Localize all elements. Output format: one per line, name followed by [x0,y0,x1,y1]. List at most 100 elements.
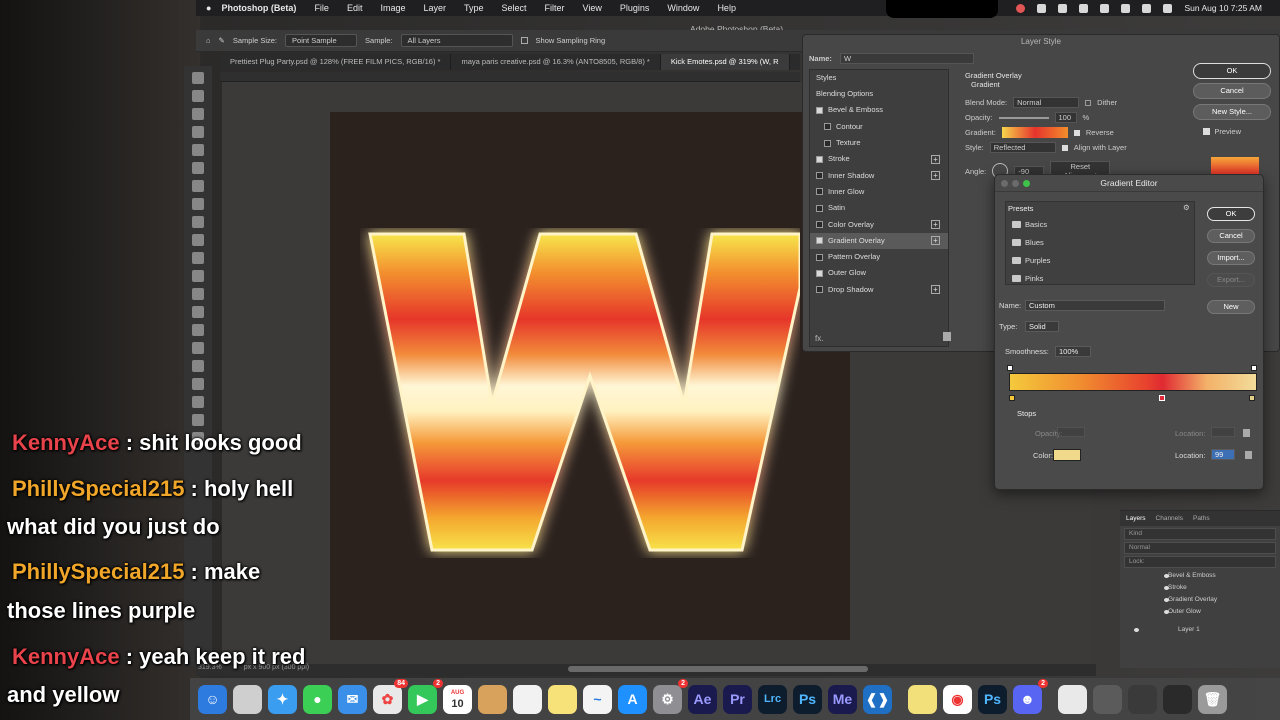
gradient-swatch[interactable] [1001,127,1068,138]
stack-icon[interactable] [1128,684,1157,714]
clock[interactable]: Sun Aug 10 7:25 AM [1184,3,1262,13]
preset-folder-blues[interactable]: Blues [1006,233,1194,251]
gradient-name-field[interactable]: Custom [1025,300,1165,311]
style-item-stroke[interactable]: Stroke + [810,151,948,167]
history-brush-icon[interactable] [192,252,204,264]
style-checkbox[interactable] [816,106,823,114]
tab-channels[interactable]: Channels [1156,515,1183,522]
rectangle-tool-icon[interactable] [192,396,204,408]
opacity-stop-left[interactable] [1007,365,1013,371]
add-style-instance-icon[interactable]: + [931,220,940,230]
type-tool-icon[interactable] [192,360,204,372]
style-item-drop-shadow[interactable]: Drop Shadow + [810,282,948,298]
brush-tool-icon[interactable] [192,216,204,228]
cancel-button[interactable]: Cancel [1193,83,1271,99]
add-style-instance-icon[interactable]: + [931,285,940,295]
style-checkbox[interactable] [816,221,823,229]
stamp-tool-icon[interactable] [192,234,204,246]
apple-icon[interactable]: ● [206,3,211,13]
menu-help[interactable]: Help [717,3,736,13]
stop-opacity-field[interactable] [1057,427,1085,437]
menu-edit[interactable]: Edit [347,3,363,13]
finder-icon[interactable]: ☺ [198,684,227,714]
style-checkbox[interactable] [824,123,831,131]
preset-folder-basics[interactable]: Basics [1006,215,1194,233]
smoothness-field[interactable]: 100% [1055,346,1091,357]
freeform-icon[interactable]: ~ [583,684,612,714]
menu-plugins[interactable]: Plugins [620,3,650,13]
zoom-button[interactable] [1023,180,1030,187]
stop-color-swatch[interactable] [1053,449,1081,461]
tab-kick-emotes[interactable]: Kick Emotes.psd @ 319% (W, R [660,54,790,70]
ok-button[interactable]: OK [1193,63,1271,79]
import-button[interactable]: Import... [1207,251,1255,265]
style-item-color-overlay[interactable]: Color Overlay + [810,216,948,232]
calendar-icon[interactable]: AUG 10 [443,684,472,714]
menu-layer[interactable]: Layer [423,3,446,13]
style-item-blending-options[interactable]: Blending Options [810,86,948,102]
eye-icon[interactable] [1164,610,1169,614]
menu-type[interactable]: Type [464,3,484,13]
premiere-icon[interactable]: Pr [723,684,752,714]
effect-bevel[interactable]: Bevel & Emboss [1120,570,1280,582]
trash-icon[interactable]: 🗑 [1198,684,1227,714]
after-effects-icon[interactable]: Ae [688,684,717,714]
extension-icon[interactable] [1037,3,1047,13]
opacity-slider[interactable] [998,116,1049,119]
color-stop-mid[interactable] [1159,395,1165,401]
add-style-instance-icon[interactable]: + [931,154,940,164]
messages-icon[interactable]: ● [303,684,332,714]
eraser-tool-icon[interactable] [192,270,204,282]
dodge-tool-icon[interactable] [192,324,204,336]
menu-file[interactable]: File [314,3,329,13]
photoshop-beta-icon[interactable]: Ps [978,684,1007,714]
sample-select[interactable]: All Layers [400,34,513,47]
style-checkbox[interactable] [824,139,831,147]
menu-window[interactable]: Window [667,3,699,13]
gradient-tool-icon[interactable] [192,288,204,300]
wifi-icon[interactable] [1121,3,1131,13]
lasso-tool-icon[interactable] [192,108,204,120]
layer-lock-row[interactable]: Lock: [1124,556,1276,568]
menu-filter[interactable]: Filter [545,3,565,13]
pen-tool-icon[interactable] [192,342,204,354]
style-item-outer-glow[interactable]: Outer Glow [810,265,948,281]
layer-blend-mode[interactable]: Normal [1124,542,1276,554]
delete-color-stop-icon[interactable] [1245,451,1252,459]
eye-icon[interactable] [1164,586,1169,590]
add-style-instance-icon[interactable]: + [931,171,940,181]
system-settings-icon[interactable]: ⚙ 2 [653,678,688,714]
new-gradient-button[interactable]: New [1207,300,1255,314]
add-style-instance-icon[interactable]: + [931,236,940,246]
close-button[interactable] [1001,180,1008,187]
eyedropper-icon[interactable] [192,180,204,192]
notes-folder-icon[interactable] [478,684,507,714]
photos-icon[interactable]: ✿ 84 [373,678,408,714]
hand-tool-icon[interactable] [192,414,204,426]
opacity-field[interactable]: 100 [1054,112,1077,123]
menu-image[interactable]: Image [380,3,405,13]
style-item-bevel-emboss[interactable]: Bevel & Emboss [810,102,948,118]
stop-color-location-field[interactable]: 99 [1211,449,1235,460]
style-item-texture[interactable]: Texture [810,135,948,151]
style-checkbox[interactable] [816,172,823,180]
minimize-button[interactable] [1012,180,1019,187]
style-select[interactable]: Reflected [989,142,1056,153]
frame-tool-icon[interactable] [192,162,204,174]
stop-opacity-location-field[interactable] [1211,427,1235,437]
dither-checkbox[interactable] [1085,99,1092,106]
ge-ok-button[interactable]: OK [1207,207,1255,221]
eye-icon[interactable] [1134,628,1139,632]
opacity-stop-right[interactable] [1251,365,1257,371]
battery-icon[interactable] [1100,3,1110,13]
stack-icon-2[interactable] [1163,684,1192,714]
healing-tool-icon[interactable] [192,198,204,210]
presets-gear-icon[interactable]: ⚙ [1183,203,1190,212]
effect-stroke[interactable]: Stroke [1120,582,1280,594]
home-icon[interactable]: ⌂ [206,36,211,45]
app-store-icon[interactable]: A [618,684,647,714]
chrome-icon[interactable]: ◉ [943,684,972,714]
align-checkbox[interactable] [1061,144,1068,151]
launchpad-icon[interactable] [233,684,262,714]
vscode-icon[interactable]: ❰❱ [863,684,892,714]
